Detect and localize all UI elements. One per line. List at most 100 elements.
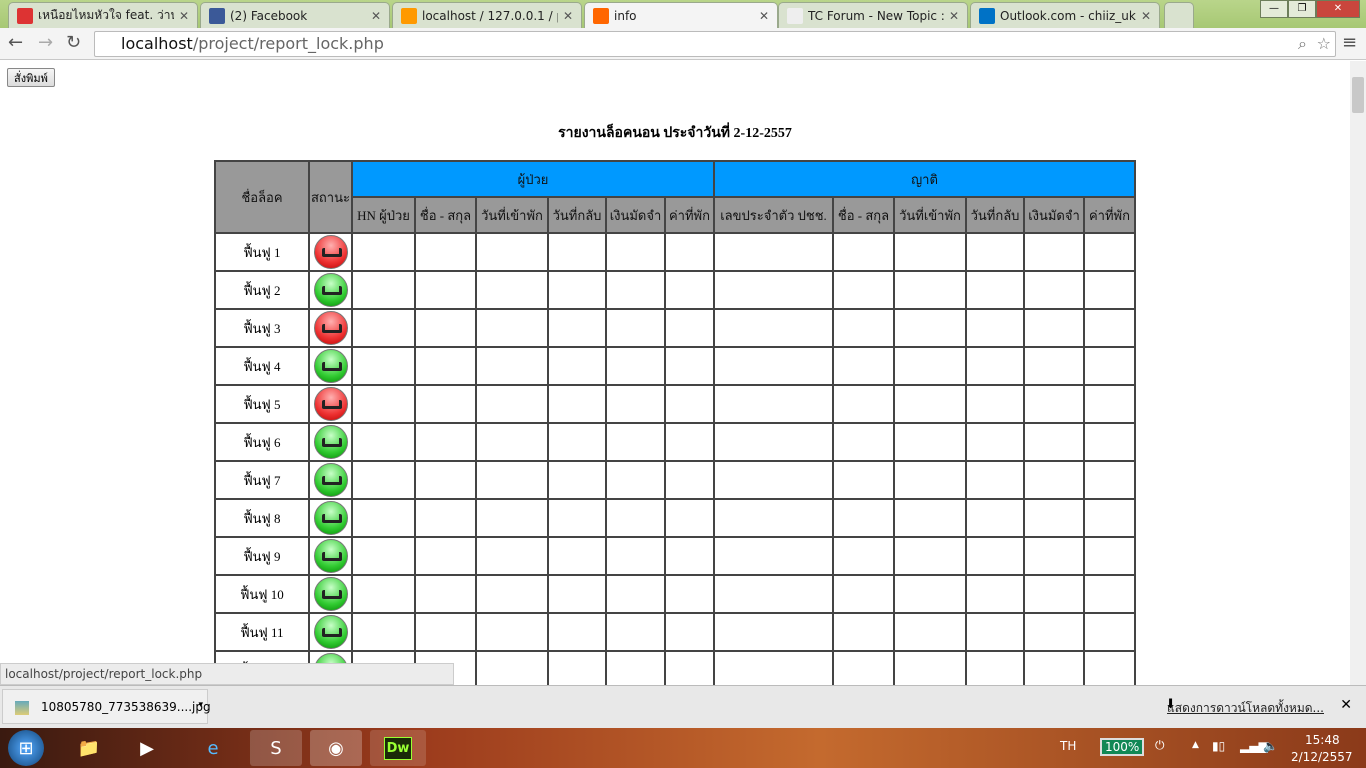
close-tab-icon[interactable]: ✕ (563, 9, 573, 23)
data-cell (893, 270, 967, 310)
data-cell (1083, 308, 1136, 348)
data-cell (832, 346, 895, 386)
forward-button[interactable]: → (38, 32, 53, 53)
data-cell (1023, 650, 1085, 685)
data-cell (832, 498, 895, 538)
network-icon[interactable]: ▮▯ (1212, 739, 1225, 753)
table-row: ฟื้นฟู 4 (214, 346, 1136, 386)
close-window-button[interactable]: ✕ (1316, 0, 1360, 18)
column-header: ค่าที่พัก (664, 196, 715, 234)
close-tab-icon[interactable]: ✕ (949, 9, 959, 23)
app-icon[interactable]: S (250, 730, 302, 766)
chrome-icon[interactable]: ◉ (310, 730, 362, 766)
data-cell (475, 498, 549, 538)
data-cell (547, 270, 607, 310)
data-cell (664, 308, 715, 348)
column-header: วันที่เข้าพัก (475, 196, 549, 234)
bookmark-star-icon[interactable]: ☆ (1317, 32, 1331, 56)
show-all-downloads-link[interactable]: แสดงการดาวน์โหลดทั้งหมด... (1167, 699, 1324, 718)
lock-name: ฟื้นฟู 5 (214, 384, 310, 424)
data-cell (965, 650, 1025, 685)
clock-time[interactable]: 15:48 (1305, 733, 1340, 747)
data-cell (893, 422, 967, 462)
status-cell (308, 384, 353, 424)
browser-tab[interactable]: localhost / 127.0.0.1 / proj✕ (392, 2, 582, 28)
data-cell (664, 612, 715, 652)
new-tab-button[interactable] (1164, 2, 1194, 28)
battery-indicator[interactable]: 100% (1100, 738, 1145, 756)
lock-name: ฟื้นฟู 4 (214, 346, 310, 386)
browser-tab[interactable]: เหนือยไหมหัวใจ feat. ว่าน วั✕ (8, 2, 198, 28)
table-row: ฟื้นฟู 5 (214, 384, 1136, 424)
report-title: รายงานล็อคนอน ประจำวันที่ 2-12-2557 (558, 126, 792, 141)
chevron-down-icon[interactable]: ▾ (198, 700, 203, 710)
data-cell (605, 460, 666, 500)
data-cell (351, 232, 416, 272)
browser-tab[interactable]: (2) Facebook ✕ (200, 2, 390, 28)
table-row: ฟื้นฟู 1 (214, 232, 1136, 272)
maximize-button[interactable]: ❐ (1288, 0, 1316, 18)
internet-explorer-icon[interactable]: e (192, 730, 234, 766)
close-tab-icon[interactable]: ✕ (179, 9, 189, 23)
data-cell (664, 270, 715, 310)
search-icon[interactable]: ⌕ (1298, 32, 1307, 56)
browser-tab[interactable]: Outlook.com - chiiz_uka@✕ (970, 2, 1160, 28)
data-cell (893, 346, 967, 386)
data-cell (605, 270, 666, 310)
data-cell (1023, 232, 1085, 272)
status-cell (308, 536, 353, 576)
menu-icon[interactable]: ≡ (1342, 32, 1357, 53)
lock-name: ฟื้นฟู 11 (214, 612, 310, 652)
scrollbar-thumb[interactable] (1352, 77, 1364, 113)
data-cell (965, 536, 1025, 576)
data-cell (351, 536, 416, 576)
volume-icon[interactable]: 🔈 (1263, 739, 1278, 753)
dreamweaver-icon[interactable]: Dw (370, 730, 426, 766)
data-cell (547, 422, 607, 462)
data-cell (547, 308, 607, 348)
close-tab-icon[interactable]: ✕ (759, 9, 769, 23)
data-cell (414, 612, 477, 652)
data-cell (1083, 346, 1136, 386)
vertical-scrollbar[interactable] (1350, 61, 1366, 685)
print-button[interactable]: สั่งพิมพ์ (7, 68, 55, 87)
status-cell (308, 574, 353, 614)
close-tab-icon[interactable]: ✕ (1141, 9, 1151, 23)
table-row: ฟื้นฟู 11 (214, 612, 1136, 652)
address-bar[interactable]: localhost/project/report_lock.php ⌕ ☆ (94, 31, 1336, 57)
data-cell (414, 422, 477, 462)
data-cell (832, 422, 895, 462)
data-cell (475, 650, 549, 685)
data-cell (965, 384, 1025, 424)
column-header: HN ผู้ป่วย (351, 196, 416, 234)
download-item[interactable]: 10805780_773538639....jpg ▾ (2, 689, 211, 724)
data-cell (1023, 422, 1085, 462)
data-cell (414, 460, 477, 500)
data-cell (1023, 384, 1085, 424)
explorer-icon[interactable]: 📁 (68, 730, 110, 766)
browser-tab[interactable]: info ✕ (584, 2, 778, 28)
back-button[interactable]: ← (8, 32, 23, 53)
language-indicator[interactable]: TH (1060, 739, 1076, 753)
minimize-button[interactable]: — (1260, 0, 1288, 18)
data-cell (475, 346, 549, 386)
bed-status-icon (313, 273, 348, 307)
page-content: สั่งพิมพ์ รายงานล็อคนอน ประจำวันที่ 2-12… (0, 61, 1350, 685)
power-icon[interactable]: ⏻ (1155, 738, 1165, 753)
start-button[interactable]: ⊞ (8, 730, 44, 766)
data-cell (1023, 270, 1085, 310)
data-cell (664, 574, 715, 614)
table-row: ฟื้นฟู 7 (214, 460, 1136, 500)
clock-date[interactable]: 2/12/2557 (1291, 750, 1353, 764)
close-tab-icon[interactable]: ✕ (371, 9, 381, 23)
tray-expand-icon[interactable]: ▲ (1192, 740, 1199, 750)
close-download-bar-button[interactable]: ✕ (1340, 697, 1352, 713)
column-header: วันที่กลับ (965, 196, 1025, 234)
data-cell (832, 232, 895, 272)
reload-button[interactable]: ↻ (66, 32, 81, 53)
browser-tab[interactable]: TC Forum - New Topic :: u✕ (778, 2, 968, 28)
media-player-icon[interactable]: ▶ (126, 730, 168, 766)
data-cell (664, 460, 715, 500)
data-cell (475, 270, 549, 310)
download-bar: 10805780_773538639....jpg ▾ ⬇ แสดงการดาวน… (0, 685, 1366, 728)
